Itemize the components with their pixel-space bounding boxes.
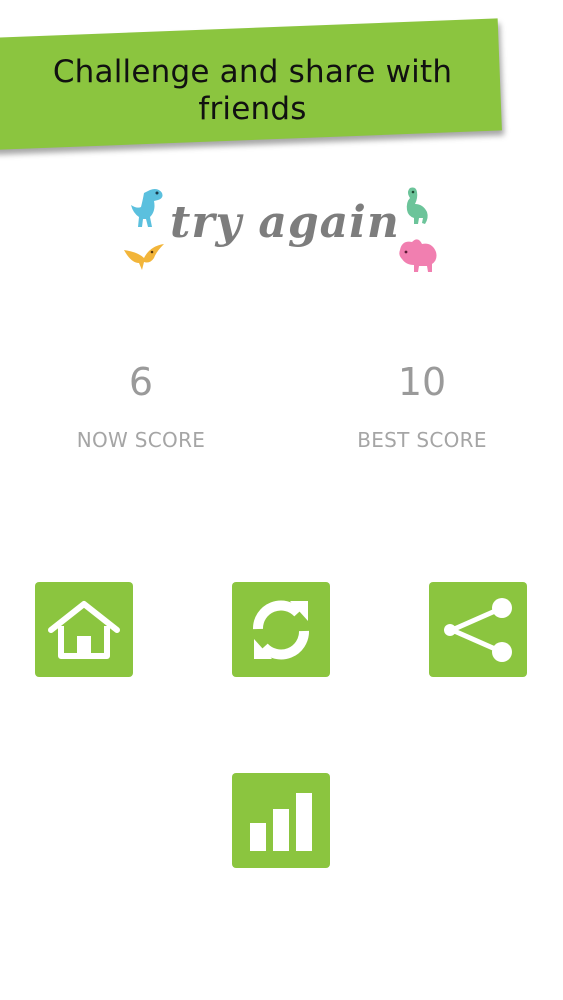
restart-button[interactable] bbox=[232, 582, 330, 677]
best-score-label: BEST SCORE bbox=[357, 428, 487, 452]
share-button[interactable] bbox=[429, 582, 527, 677]
promo-banner-text: Challenge and share with friends bbox=[52, 54, 453, 127]
blue-dinosaur-icon bbox=[131, 189, 163, 227]
best-score-value: 10 bbox=[397, 360, 447, 404]
leaderboard-button[interactable] bbox=[232, 773, 330, 868]
now-score-value: 6 bbox=[128, 360, 154, 404]
home-icon bbox=[48, 600, 120, 659]
bar-chart-icon bbox=[250, 792, 312, 851]
pink-triceratops-icon bbox=[399, 239, 437, 272]
green-dinosaur-icon bbox=[406, 187, 428, 224]
now-score-label: NOW SCORE bbox=[76, 428, 206, 452]
try-again-logo: try again bbox=[118, 180, 448, 280]
refresh-icon bbox=[252, 600, 310, 659]
share-icon bbox=[444, 597, 512, 662]
home-button[interactable] bbox=[35, 582, 133, 677]
try-again-text: try again bbox=[170, 197, 400, 248]
orange-pterodactyl-icon bbox=[124, 244, 164, 270]
